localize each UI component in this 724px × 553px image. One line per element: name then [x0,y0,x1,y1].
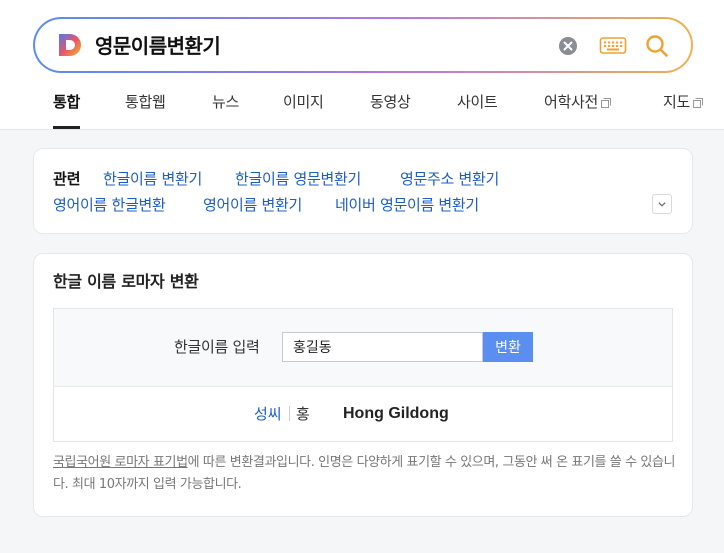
related-searches: 관련 한글이름 변환기 한글이름 영문변환기 영문주소 변환기 영어이름 한글변… [33,148,693,234]
tab-integrated[interactable]: 통합 [53,88,80,129]
romanized-result: Hong Gildong [343,405,449,422]
clear-icon[interactable] [557,35,579,57]
result-row: 성씨 홍 Hong Gildong [54,387,672,441]
tab-videos[interactable]: 동영상 [370,88,411,116]
daum-logo-icon[interactable] [57,32,83,58]
converter-box: 한글이름 입력 변환 성씨 홍 Hong Gildong [53,308,673,442]
divider [289,406,290,421]
romanization-converter: 한글 이름 로마자 변환 한글이름 입력 변환 성씨 홍 Hong Gildon… [33,253,693,517]
chevron-down-icon[interactable] [652,194,672,214]
search-bar: 영문이름변환기 [33,17,693,73]
tab-news[interactable]: 뉴스 [212,88,239,116]
surname-value: 홍 [296,405,310,423]
converter-title: 한글 이름 로마자 변환 [53,272,199,291]
search-input[interactable]: 영문이름변환기 [95,32,221,60]
tab-sites[interactable]: 사이트 [457,88,498,116]
search-tabs: 통합 통합웹 뉴스 이미지 동영상 사이트 어학사전 지도 [0,88,724,129]
external-link-icon [693,98,704,108]
external-link-icon [601,98,612,108]
tab-dictionary[interactable]: 어학사전 [544,88,612,116]
converter-input-row: 한글이름 입력 변환 [54,309,672,387]
tab-map-label: 지도 [663,93,691,111]
search-icon[interactable] [643,32,671,60]
korean-name-input[interactable] [282,332,483,362]
name-input-label: 한글이름 입력 [174,338,260,356]
search-header: 영문이름변환기 통합 통합웹 뉴스 이미지 동영상 사이트 어학사전 지도 [0,0,724,130]
related-link[interactable]: 한글이름 영문변환기 [235,168,361,190]
search-box: 영문이름변환기 [35,19,691,71]
romanization-rule-link[interactable]: 국립국어원 로마자 표기법 [53,455,188,470]
convert-button[interactable]: 변환 [483,332,533,362]
related-label: 관련 [53,170,81,188]
converter-note: 국립국어원 로마자 표기법에 따른 변환결과입니다. 인명은 다양하게 표기할 … [53,452,678,496]
related-link[interactable]: 네이버 영문이름 변환기 [335,194,479,216]
surname-sort-link[interactable]: 성씨 [254,403,282,425]
keyboard-icon[interactable] [599,34,627,58]
related-link[interactable]: 영어이름 변환기 [203,194,302,216]
related-link[interactable]: 영어이름 한글변환 [53,194,166,216]
related-link[interactable]: 한글이름 변환기 [103,168,202,190]
tab-images[interactable]: 이미지 [283,88,324,116]
related-link[interactable]: 영문주소 변환기 [400,168,499,190]
tab-map[interactable]: 지도 [663,88,704,116]
tab-integrated-web[interactable]: 통합웹 [125,88,166,116]
tab-dictionary-label: 어학사전 [544,93,599,111]
